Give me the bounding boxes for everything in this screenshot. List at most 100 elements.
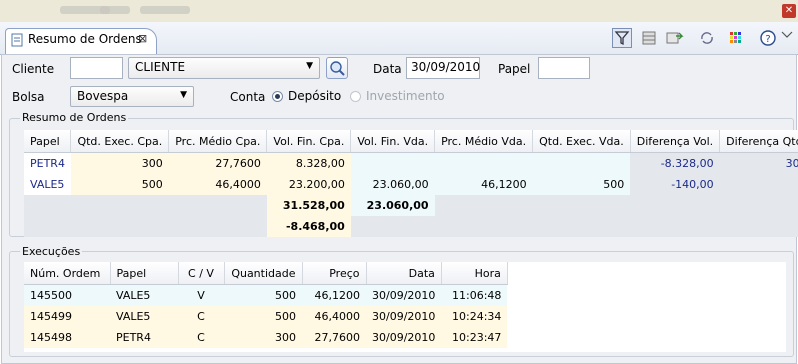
cell-data: 30/09/2010 <box>372 310 436 323</box>
view-menu-icon[interactable] <box>780 28 794 48</box>
cliente-code-input[interactable] <box>70 57 123 79</box>
cell-num-ordem: 145498 <box>30 331 72 344</box>
cell-cv: V <box>197 289 205 302</box>
table-row[interactable]: VALE5 500 46,4000 23.200,00 23.060,00 46… <box>24 174 798 195</box>
cell-preco: 46,1200 <box>314 289 361 302</box>
cliente-label: Cliente <box>12 62 55 76</box>
net-row: -8.468,00 <box>24 216 798 237</box>
svg-text:?: ? <box>765 34 770 45</box>
col-qtd-exec-vda[interactable]: Qtd. Exec. Vda. <box>532 130 631 153</box>
col-vol-fin-vda[interactable]: Vol. Fin. Vda. <box>350 130 436 153</box>
col-preco[interactable]: Preço <box>302 262 367 285</box>
cell-papel: PETR4 <box>116 331 151 344</box>
cell-quantidade: 500 <box>275 310 296 323</box>
window-top-strip <box>0 0 798 22</box>
col-hora[interactable]: Hora <box>441 262 508 285</box>
cell-vol-vda: 23.060,00 <box>350 174 435 195</box>
papel-label: Papel <box>498 62 531 76</box>
col-diferenca-qtd[interactable]: Diferença Qtd. <box>719 130 798 153</box>
execucoes-header-row: Núm. Ordem Papel C / V Quantidade Preço … <box>24 262 508 285</box>
col-prc-medio-cpa[interactable]: Prc. Médio Cpa. <box>168 130 268 153</box>
filter-icon[interactable] <box>612 28 632 48</box>
cliente-select-value: CLIENTE <box>135 60 186 74</box>
cell-prc-cpa: 46,4000 <box>168 174 267 195</box>
data-label: Data <box>373 62 402 76</box>
col-diferenca-vol[interactable]: Diferença Vol. <box>630 130 721 153</box>
total-net: -8.468,00 <box>266 216 351 237</box>
search-icon <box>330 61 345 76</box>
col-papel[interactable]: Papel <box>110 262 179 285</box>
conta-investimento-label: Investimento <box>366 89 445 103</box>
cell-dif-vol: -140,00 <box>630 174 720 195</box>
cell-vol-cpa: 23.200,00 <box>266 174 351 195</box>
cell-cv: C <box>197 310 205 323</box>
col-prc-medio-vda[interactable]: Prc. Médio Vda. <box>434 130 534 153</box>
execucoes-group-label: Execuções <box>20 245 83 258</box>
bolsa-label: Bolsa <box>12 90 45 104</box>
cell-num-ordem: 145499 <box>30 310 72 323</box>
data-input[interactable]: 30/09/2010 <box>406 57 480 79</box>
col-quantidade[interactable]: Quantidade <box>224 262 303 285</box>
cell-qtd-vda <box>532 152 631 174</box>
col-cv[interactable]: C / V <box>178 262 225 285</box>
conta-deposito-radio[interactable] <box>272 91 283 102</box>
total-vol-vda: 23.060,00 <box>350 195 435 216</box>
conta-deposito-label: Depósito <box>288 89 342 103</box>
cell-num-ordem: 145500 <box>30 289 72 302</box>
columns-icon[interactable] <box>639 28 659 48</box>
cell-papel: VALE5 <box>116 310 151 323</box>
execucoes-table: Núm. Ordem Papel C / V Quantidade Preço … <box>24 262 508 348</box>
resumo-header-row: Papel Qtd. Exec. Cpa. Prc. Médio Cpa. Vo… <box>24 130 798 153</box>
table-row[interactable]: 145500 VALE5 V 500 46,1200 30/09/2010 11… <box>24 284 508 306</box>
cell-vol-vda <box>350 152 435 174</box>
cell-qtd-cpa: 300 <box>70 152 169 174</box>
cell-papel: PETR4 <box>24 152 71 174</box>
cell-cv: C <box>197 331 205 344</box>
cell-hora: 10:24:34 <box>452 310 502 323</box>
color-grid-icon[interactable] <box>726 28 746 48</box>
cell-quantidade: 300 <box>275 331 296 344</box>
conta-investimento-radio[interactable] <box>350 91 361 102</box>
bolsa-select-value: Bovespa <box>77 89 129 103</box>
chevron-down-icon: ▼ <box>306 61 313 71</box>
search-button[interactable] <box>326 57 348 79</box>
refresh-icon[interactable] <box>697 28 717 48</box>
cell-dif-qtd: 0 <box>719 174 798 195</box>
col-vol-fin-cpa[interactable]: Vol. Fin. Cpa. <box>266 130 352 153</box>
col-papel[interactable]: Papel <box>24 130 72 153</box>
tab-close-icon[interactable]: ⊠ <box>138 32 147 45</box>
col-num-ordem[interactable]: Núm. Ordem <box>24 262 111 285</box>
cell-hora: 11:06:48 <box>452 289 502 302</box>
bolsa-select[interactable]: Bovespa ▼ <box>70 86 194 107</box>
total-vol-cpa: 31.528,00 <box>266 195 351 216</box>
cell-data: 30/09/2010 <box>372 289 436 302</box>
cell-preco: 27,7600 <box>314 331 361 344</box>
cell-papel: VALE5 <box>116 289 151 302</box>
totals-row: 31.528,00 23.060,00 <box>24 195 798 216</box>
cell-dif-vol: -8.328,00 <box>630 152 720 174</box>
col-data[interactable]: Data <box>366 262 442 285</box>
cell-qtd-cpa: 500 <box>70 174 169 195</box>
cell-prc-cpa: 27,7600 <box>168 152 267 174</box>
cell-preco: 46,4000 <box>314 310 361 323</box>
help-icon[interactable]: ? <box>758 28 778 48</box>
table-row[interactable]: 145499 VALE5 C 500 46,4000 30/09/2010 10… <box>24 306 508 327</box>
cell-prc-vda <box>434 152 533 174</box>
export-icon[interactable] <box>664 28 684 48</box>
document-icon <box>11 33 23 47</box>
table-row[interactable]: PETR4 300 27,7600 8.328,00 -8.328,00 300 <box>24 152 798 174</box>
tab-title: Resumo de Ordens <box>28 32 142 46</box>
table-row[interactable]: 145498 PETR4 C 300 27,7600 30/09/2010 10… <box>24 327 508 348</box>
col-qtd-exec-cpa[interactable]: Qtd. Exec. Cpa. <box>70 130 170 153</box>
conta-label: Conta <box>230 90 266 104</box>
chevron-down-icon: ▼ <box>180 90 187 100</box>
papel-input[interactable] <box>538 57 590 79</box>
cell-dif-qtd: 300 <box>719 152 798 174</box>
resumo-group-label: Resumo de Ordens <box>20 111 129 124</box>
window-close-icon[interactable]: ✕ <box>782 4 796 18</box>
cell-qtd-vda: 500 <box>532 174 631 195</box>
cliente-select[interactable]: CLIENTE ▼ <box>128 57 320 79</box>
resumo-table: Papel Qtd. Exec. Cpa. Prc. Médio Cpa. Vo… <box>24 130 798 237</box>
cell-quantidade: 500 <box>275 289 296 302</box>
cell-vol-cpa: 8.328,00 <box>266 152 351 174</box>
